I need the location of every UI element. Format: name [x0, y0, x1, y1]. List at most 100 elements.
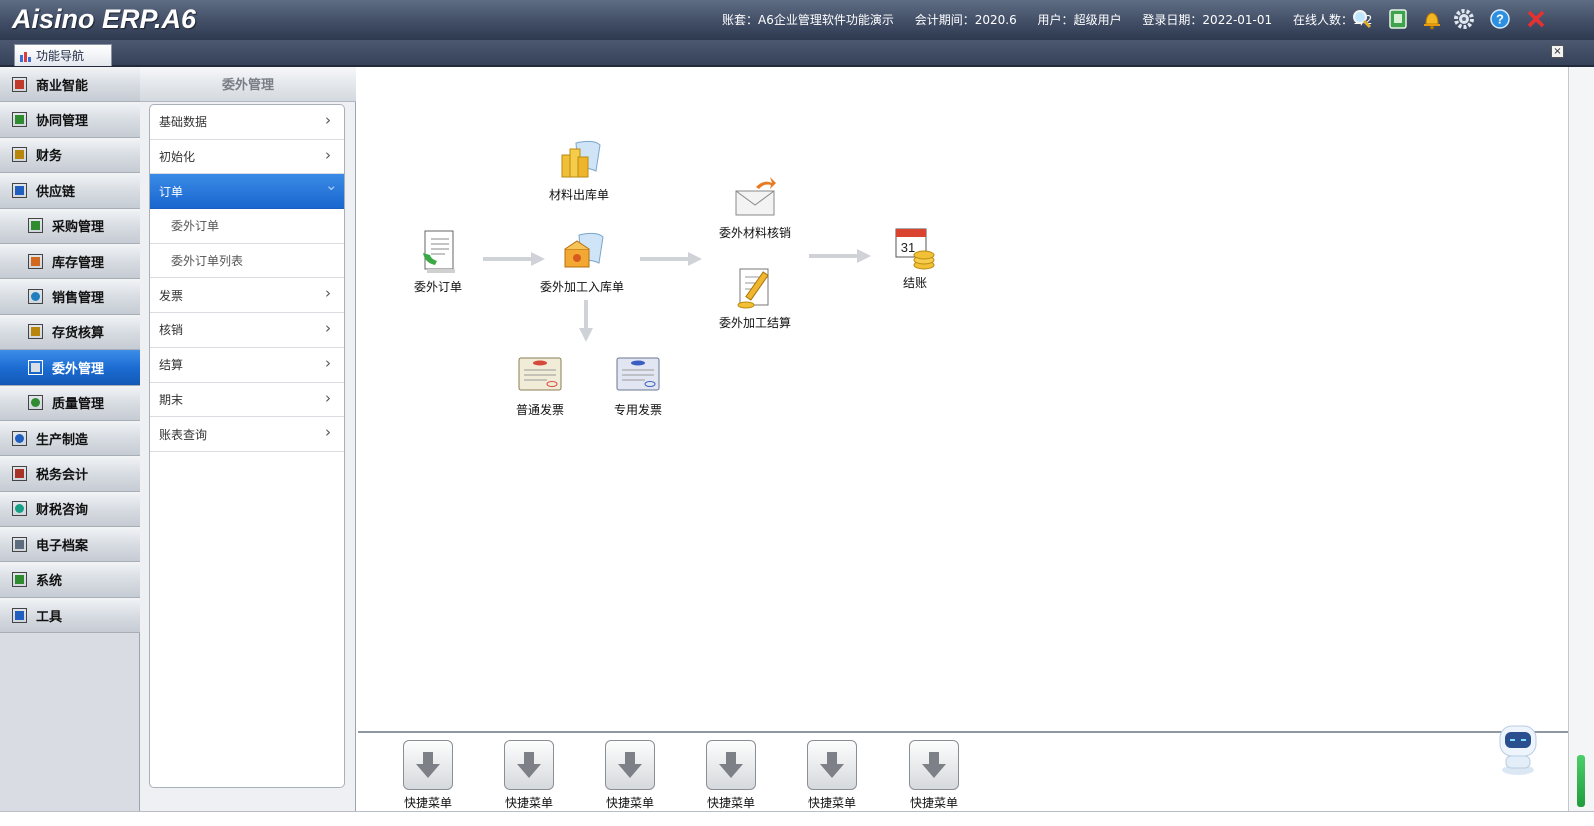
- flow-arrow-down: [579, 300, 593, 342]
- menu-item-period-end[interactable]: 期末 ›: [150, 383, 344, 418]
- flow-node-material-out[interactable]: 材料出库单: [549, 137, 609, 203]
- network-icon: [12, 112, 27, 128]
- right-scroll-strip[interactable]: [1568, 67, 1594, 826]
- settlement-icon: [737, 268, 769, 309]
- process-flow-area: 材料出库单 委外订单 委外加工入库单 委外材料核销 委外加工结算 31 结账 普…: [356, 67, 1568, 732]
- flow-node-normal-invoice[interactable]: 普通发票: [516, 352, 564, 418]
- close-icon[interactable]: [1524, 7, 1548, 31]
- function-menu-panel: 委外管理 基础数据 › 初始化 › 订单 ⌄ 委外订单 委外订单列表 发票 › 核销 › …: [140, 67, 356, 826]
- flow-arrow-right: [640, 252, 702, 266]
- menu-item-order[interactable]: 订单 ⌄: [150, 174, 344, 210]
- menu-item-settlement[interactable]: 结算 ›: [150, 348, 344, 383]
- flow-node-material-verification[interactable]: 委外材料核销: [719, 175, 791, 241]
- tab-strip: 功能导航 ×: [0, 40, 1594, 67]
- chevron-right-icon: ›: [325, 111, 331, 129]
- user-info: 用户：超级用户: [1037, 13, 1122, 27]
- address-book-icon[interactable]: [1386, 7, 1410, 31]
- sidebar-item-finance[interactable]: 财务: [0, 137, 140, 174]
- quick-menu-button[interactable]: 快捷菜单: [701, 740, 761, 811]
- processing-in-icon: [564, 232, 604, 268]
- calendar-coins-icon: 31: [895, 228, 935, 270]
- sidebar-item-system[interactable]: 系统: [0, 562, 140, 598]
- flow-node-processing-settlement[interactable]: 委外加工结算: [719, 265, 791, 331]
- sidebar-item-tax-accounting[interactable]: 税务会计: [0, 456, 140, 492]
- tab-label: 功能导航: [36, 49, 85, 63]
- sidebar-item-tax-consulting[interactable]: 财税咨询: [0, 491, 140, 528]
- flow-node-outsource-order[interactable]: 委外订单: [414, 229, 462, 295]
- download-arrow-icon: [605, 740, 655, 790]
- menu-item-verification[interactable]: 核销 ›: [150, 313, 344, 348]
- chevron-right-icon: ›: [325, 145, 331, 164]
- flow-node-processing-in[interactable]: 委外加工入库单: [540, 229, 624, 295]
- quick-menu-button[interactable]: 快捷菜单: [600, 740, 660, 811]
- sidebar-item-production[interactable]: 生产制造: [0, 420, 140, 457]
- flow-arrow-right: [809, 249, 871, 263]
- quick-menu-button[interactable]: 快捷菜单: [499, 740, 559, 811]
- menu-item-basic-data[interactable]: 基础数据 ›: [150, 105, 344, 140]
- status-bar: [0, 811, 1594, 826]
- quick-menu-button[interactable]: 快捷菜单: [802, 740, 862, 811]
- purchase-icon: [28, 218, 43, 234]
- sidebar-item-stock-accounting[interactable]: 存货核算: [0, 314, 140, 351]
- calc-icon: [28, 324, 43, 340]
- svg-text:31: 31: [901, 240, 915, 255]
- quick-menu-button[interactable]: 快捷菜单: [398, 740, 458, 811]
- flow-node-special-invoice[interactable]: 专用发票: [614, 352, 662, 418]
- help-icon[interactable]: ?: [1488, 7, 1512, 31]
- invoice-icon: [616, 357, 660, 391]
- sidebar-item-supply-chain[interactable]: 供应链: [0, 173, 140, 209]
- login-date-info: 登录日期：2022-01-01: [1142, 13, 1273, 27]
- scroll-thumb[interactable]: [1577, 755, 1585, 807]
- module-sidebar: 商业智能 协同管理 财务 供应链 采购管理 库存管理 销售管理 存货核算 委外管…: [0, 67, 140, 826]
- order-document-icon: [423, 230, 455, 273]
- download-arrow-icon: [504, 740, 554, 790]
- menu-item-outsource-order[interactable]: 委外订单: [150, 209, 344, 244]
- app-header: Aisino ERP.A6 账套：A6企业管理软件功能演示 会计期间：2020.…: [0, 0, 1594, 40]
- menu-item-report-query[interactable]: 账表查询 ›: [150, 417, 344, 452]
- flow-arrow-right: [483, 252, 545, 266]
- close-tab-button[interactable]: ×: [1551, 45, 1564, 58]
- chevron-right-icon: ›: [325, 284, 331, 303]
- flow-node-closing[interactable]: 31 结账: [892, 225, 938, 291]
- app-logo: Aisino ERP.A6: [12, 4, 197, 34]
- quick-menu-button[interactable]: 快捷菜单: [904, 740, 964, 811]
- menu-item-initialization[interactable]: 初始化 ›: [150, 140, 344, 175]
- chevron-right-icon: ›: [325, 423, 331, 442]
- chevron-down-icon: ⌄: [325, 176, 338, 195]
- settings-gear-icon[interactable]: [1452, 7, 1476, 31]
- period-info: 会计期间：2020.6: [914, 13, 1017, 27]
- tab-function-navigation[interactable]: 功能导航: [14, 44, 112, 66]
- material-out-icon: [561, 140, 601, 178]
- download-arrow-icon: [706, 740, 756, 790]
- chevron-right-icon: ›: [325, 388, 331, 407]
- panel-title: 委外管理: [140, 67, 356, 102]
- inventory-icon: [28, 253, 43, 269]
- quality-icon: [28, 395, 43, 411]
- chevron-right-icon: ›: [325, 353, 331, 372]
- function-menu: 基础数据 › 初始化 › 订单 ⌄ 委外订单 委外订单列表 发票 › 核销 › 结算 › 期…: [149, 104, 345, 788]
- sidebar-item-outsourcing[interactable]: 委外管理: [0, 350, 140, 386]
- sidebar-item-purchase[interactable]: 采购管理: [0, 208, 140, 244]
- menu-item-outsource-order-list[interactable]: 委外订单列表: [150, 244, 344, 279]
- session-info: 账套：A6企业管理软件功能演示 会计期间：2020.6 用户：超级用户 登录日期…: [722, 11, 1389, 28]
- sidebar-item-e-archive[interactable]: 电子档案: [0, 527, 140, 563]
- assistant-robot-icon[interactable]: [1488, 718, 1548, 778]
- menu-item-invoice[interactable]: 发票 ›: [150, 278, 344, 314]
- bell-icon[interactable]: [1420, 7, 1444, 31]
- outsource-icon: [28, 359, 43, 375]
- chevron-right-icon: ›: [325, 319, 331, 338]
- quick-menu-bar: 快捷菜单 快捷菜单 快捷菜单 快捷菜单 快捷菜单 快捷菜单: [358, 731, 1568, 811]
- tools-icon: [12, 607, 27, 623]
- system-icon: [12, 572, 27, 588]
- search-icon[interactable]: [1350, 7, 1374, 31]
- sidebar-item-quality[interactable]: 质量管理: [0, 385, 140, 421]
- sidebar-item-sales[interactable]: 销售管理: [0, 279, 140, 315]
- sidebar-item-business-intelligence[interactable]: 商业智能: [0, 67, 140, 103]
- sidebar-item-collaboration[interactable]: 协同管理: [0, 102, 140, 138]
- invoice-icon: [518, 357, 562, 391]
- sidebar-item-inventory[interactable]: 库存管理: [0, 243, 140, 280]
- chart-icon: [12, 76, 27, 92]
- gear-icon: [12, 430, 27, 446]
- sidebar-item-tools[interactable]: 工具: [0, 597, 140, 634]
- archive-icon: [12, 536, 27, 552]
